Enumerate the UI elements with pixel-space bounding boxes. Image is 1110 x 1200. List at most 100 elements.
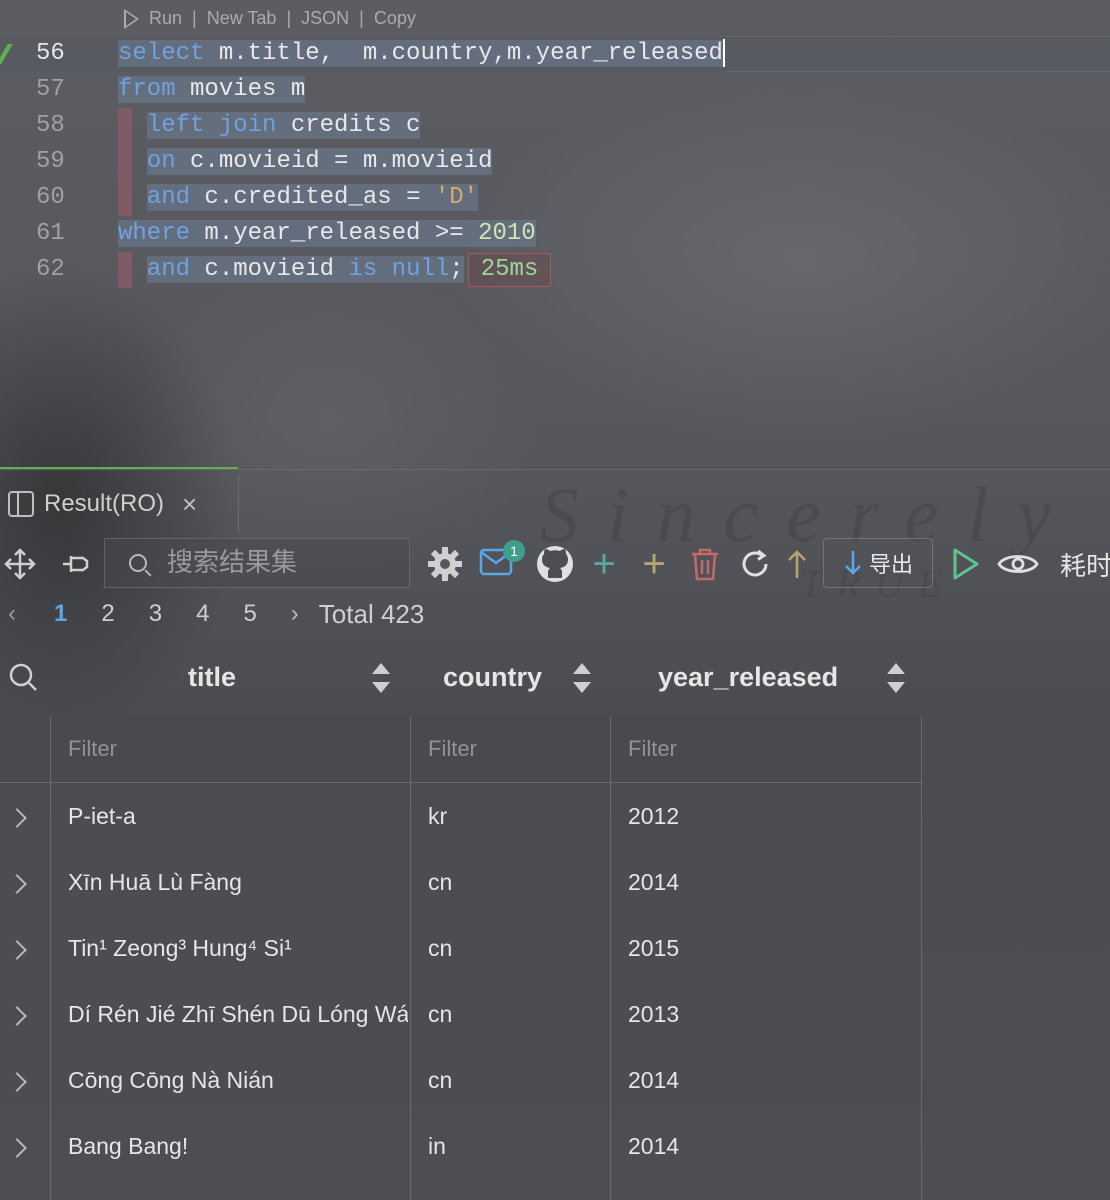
- code-line[interactable]: 60 and c.credited_as = 'D': [0, 180, 1110, 216]
- cell-country[interactable]: cn: [428, 1047, 598, 1113]
- filter-year-released[interactable]: Filter: [628, 716, 908, 782]
- down-arrow-icon: [845, 551, 861, 575]
- codelens-bar: Run | New Tab | JSON | Copy: [124, 8, 416, 29]
- search-input[interactable]: [165, 547, 409, 579]
- codelens-new-tab[interactable]: New Tab: [207, 8, 277, 29]
- table-row[interactable]: Tin¹ Zeong³ Hung⁴ Si¹ cn 2015: [0, 915, 922, 981]
- expand-chevron-icon[interactable]: [7, 1006, 27, 1026]
- code-line[interactable]: 59 on c.movieid = m.movieid: [0, 144, 1110, 180]
- github-icon[interactable]: [534, 536, 576, 592]
- cell-year-released[interactable]: 2014: [628, 1047, 908, 1113]
- code-line[interactable]: 62 and c.movieid is null; 25ms: [0, 252, 1110, 288]
- import-up-arrow-icon[interactable]: [782, 536, 812, 592]
- code-line[interactable]: 57 from movies m: [0, 72, 1110, 108]
- search-input-box[interactable]: [104, 538, 410, 588]
- sort-icon[interactable]: [573, 663, 591, 693]
- expand-chevron-icon[interactable]: [7, 1072, 27, 1092]
- execution-time-badge: 25ms: [467, 253, 552, 287]
- execute-play-icon[interactable]: [948, 536, 984, 592]
- cell-country[interactable]: kr: [428, 783, 598, 849]
- line-number: 57: [36, 76, 65, 103]
- cell-year-released[interactable]: 2013: [628, 981, 908, 1047]
- cell-country[interactable]: cn: [428, 849, 598, 915]
- line-number: 61: [36, 220, 65, 247]
- search-icon: [129, 554, 147, 572]
- line-number: 62: [36, 256, 65, 283]
- text-cursor: [722, 38, 725, 67]
- column-divider[interactable]: [610, 716, 611, 1200]
- result-grid: Filter Filter Filter P-iet-a kr 2012 Xīn…: [0, 716, 922, 1179]
- column-header-year-released[interactable]: year_released: [658, 662, 838, 693]
- line-number: 56: [36, 40, 65, 67]
- run-play-icon[interactable]: [124, 8, 139, 29]
- expand-chevron-icon[interactable]: [7, 808, 27, 828]
- cell-country[interactable]: in: [428, 1113, 598, 1179]
- next-page-chevron-icon[interactable]: ›: [291, 600, 299, 628]
- cell-year-released[interactable]: 2015: [628, 915, 908, 981]
- export-label: 导出: [868, 553, 913, 578]
- column-header-title[interactable]: title: [188, 662, 236, 693]
- export-button[interactable]: 导出: [823, 538, 933, 588]
- panel-divider: [0, 469, 1110, 470]
- delete-trash-icon[interactable]: [686, 536, 724, 592]
- codelens-json[interactable]: JSON: [301, 8, 349, 29]
- column-divider[interactable]: [410, 716, 411, 1200]
- add-column-icon[interactable]: +: [636, 536, 672, 592]
- cost-time-label: 耗时: [1060, 551, 1110, 582]
- cell-title[interactable]: Tin¹ Zeong³ Hung⁴ Si¹: [68, 915, 408, 981]
- cell-title[interactable]: Xīn Huā Lù Fàng: [68, 849, 408, 915]
- tab-result[interactable]: Result(RO) ×: [0, 476, 197, 532]
- filter-country[interactable]: Filter: [428, 716, 598, 782]
- code-line[interactable]: 56 select m.title, m.country,m.year_rele…: [0, 36, 1110, 72]
- line-number: 59: [36, 148, 65, 175]
- preview-eye-icon[interactable]: [996, 536, 1040, 592]
- table-row[interactable]: Xīn Huā Lù Fàng cn 2014: [0, 849, 922, 915]
- cell-country[interactable]: cn: [428, 981, 598, 1047]
- close-icon[interactable]: ×: [182, 489, 197, 520]
- page-5[interactable]: 5: [243, 600, 256, 628]
- settings-gear-icon[interactable]: [424, 536, 466, 592]
- column-header-country[interactable]: country: [443, 662, 542, 693]
- cell-title[interactable]: Cōng Cōng Nà Nián: [68, 1047, 408, 1113]
- total-count: Total 423: [318, 598, 425, 629]
- pin-icon[interactable]: [56, 536, 96, 592]
- codelens-run[interactable]: Run: [149, 8, 182, 29]
- cell-title[interactable]: Bang Bang!: [68, 1113, 408, 1179]
- page-2[interactable]: 2: [101, 600, 114, 628]
- line-number: 60: [36, 184, 65, 211]
- expand-chevron-icon[interactable]: [7, 874, 27, 894]
- expand-chevron-icon[interactable]: [7, 1138, 27, 1158]
- tab-separator: [238, 476, 239, 532]
- column-search-icon[interactable]: [8, 662, 38, 699]
- table-row[interactable]: P-iet-a kr 2012: [0, 783, 922, 849]
- prev-page-chevron-icon[interactable]: ‹: [0, 600, 24, 628]
- cell-year-released[interactable]: 2014: [628, 1113, 908, 1179]
- code-line[interactable]: 61 where m.year_released >= 2010: [0, 216, 1110, 252]
- table-row[interactable]: Cōng Cōng Nà Nián cn 2014: [0, 1047, 922, 1113]
- refresh-icon[interactable]: [736, 536, 774, 592]
- add-row-icon[interactable]: +: [586, 536, 622, 592]
- cell-year-released[interactable]: 2012: [628, 783, 908, 849]
- filter-title[interactable]: Filter: [68, 716, 398, 782]
- page-4[interactable]: 4: [196, 600, 209, 628]
- sql-editor[interactable]: 56 select m.title, m.country,m.year_rele…: [0, 36, 1110, 288]
- page-1[interactable]: 1: [54, 600, 67, 628]
- sort-icon[interactable]: [372, 663, 390, 693]
- cell-title[interactable]: Dí Rén Jié Zhī Shén Dū Lóng Wáng: [68, 981, 408, 1047]
- sort-icon[interactable]: [887, 663, 905, 693]
- page-3[interactable]: 3: [149, 600, 162, 628]
- mail-icon[interactable]: 1: [476, 536, 525, 592]
- cell-title[interactable]: P-iet-a: [68, 783, 408, 849]
- table-row[interactable]: Bang Bang! in 2014: [0, 1113, 922, 1179]
- codelens-copy[interactable]: Copy: [374, 8, 416, 29]
- cell-year-released[interactable]: 2014: [628, 849, 908, 915]
- table-header: title country year_released: [0, 646, 930, 710]
- expand-chevron-icon[interactable]: [7, 940, 27, 960]
- column-divider[interactable]: [50, 716, 51, 1200]
- column-divider[interactable]: [921, 716, 922, 1200]
- move-icon[interactable]: [0, 536, 40, 592]
- code-line[interactable]: 58 left join credits c: [0, 108, 1110, 144]
- pagination: ‹ 1 2 3 4 5 › Total 423: [0, 592, 424, 636]
- table-row[interactable]: Dí Rén Jié Zhī Shén Dū Lóng Wáng cn 2013: [0, 981, 922, 1047]
- cell-country[interactable]: cn: [428, 915, 598, 981]
